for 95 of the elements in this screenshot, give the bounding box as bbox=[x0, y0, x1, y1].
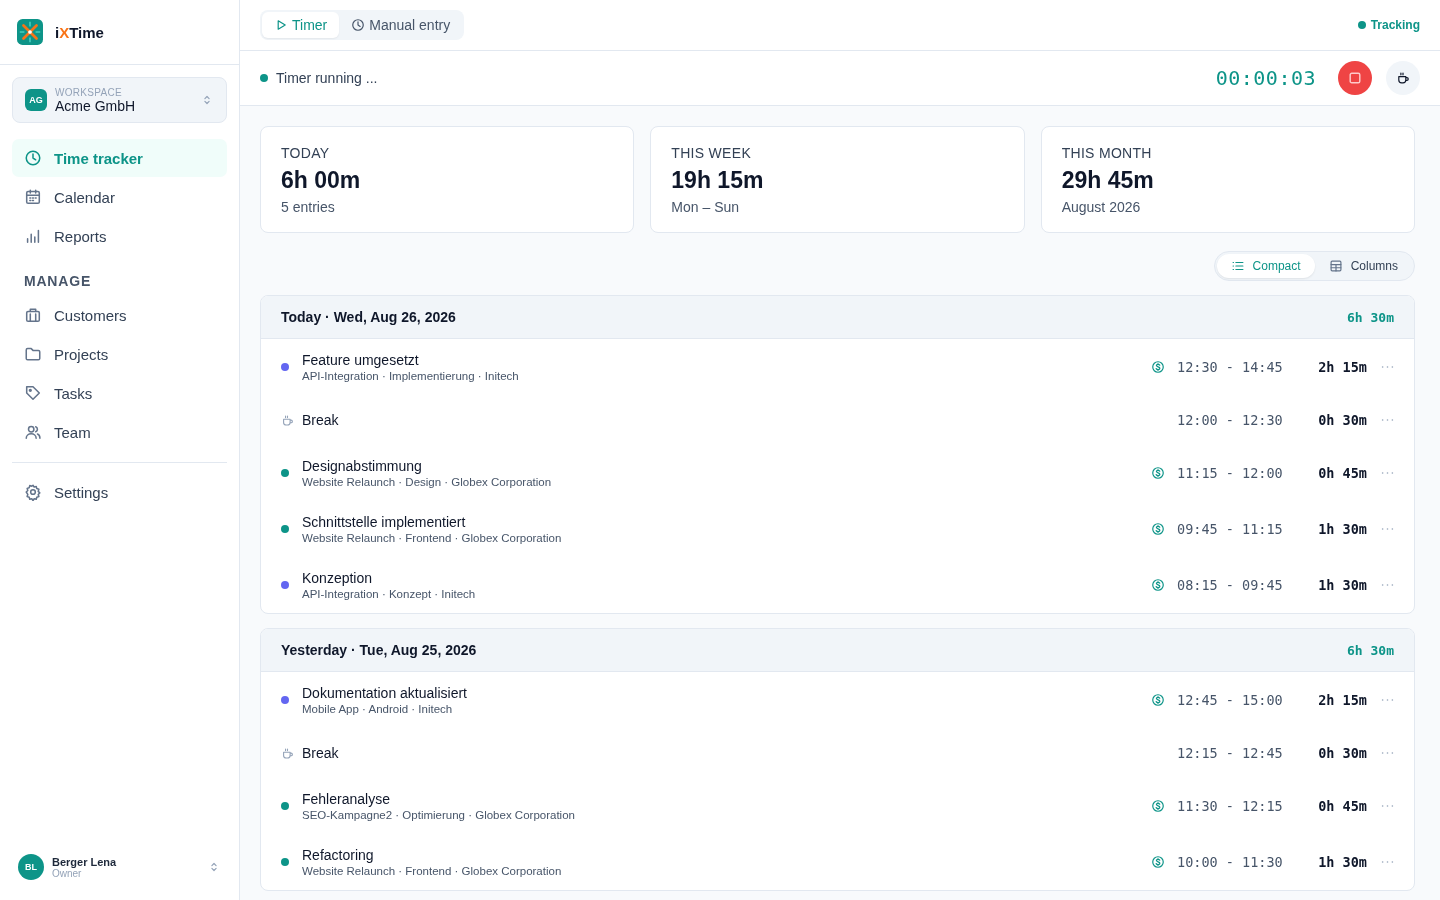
entry-title: Schnittstelle implementiert bbox=[302, 514, 467, 530]
stop-icon bbox=[1347, 70, 1363, 86]
timer-status: Timer running ... bbox=[276, 70, 378, 86]
gear-icon bbox=[24, 483, 42, 501]
stop-button[interactable] bbox=[1338, 61, 1372, 95]
stat-caption: 5 entries bbox=[281, 199, 336, 215]
nav-item[interactable]: Calendar bbox=[12, 178, 227, 216]
entry-meta: Website Relaunch · Frontend · Globex Corporation bbox=[302, 532, 562, 544]
day-total: 6h 30m bbox=[1347, 642, 1394, 658]
tab[interactable]: Manual entry bbox=[339, 12, 463, 38]
entry-meta: API-Integration · Implementierung · Initech bbox=[302, 370, 519, 382]
entry-duration: 0h 45m bbox=[1317, 465, 1367, 481]
entry-duration: 0h 45m bbox=[1317, 798, 1367, 814]
time-range: 11:30 - 12:15 bbox=[1177, 798, 1284, 814]
entry-title: Break bbox=[302, 745, 339, 761]
stat-label: TODAY bbox=[281, 145, 331, 161]
entry-duration: 1h 30m bbox=[1317, 521, 1367, 537]
view-option[interactable]: Columns bbox=[1314, 254, 1412, 278]
time-range: 11:15 - 12:00 bbox=[1177, 465, 1284, 481]
tracking-status: Tracking bbox=[1370, 18, 1420, 32]
entry-title: Refactoring bbox=[302, 847, 375, 863]
clock-icon bbox=[351, 18, 366, 32]
entry-duration: 2h 15m bbox=[1317, 359, 1367, 375]
time-range: 08:15 - 09:45 bbox=[1177, 577, 1284, 593]
nav-item[interactable]: Tasks bbox=[12, 374, 227, 412]
entry-duration: 1h 30m bbox=[1317, 854, 1367, 870]
entry-duration: 0h 30m bbox=[1317, 412, 1367, 428]
time-entry-row[interactable]: Feature umgesetzt API-Integration · Implementierung · Initech 12:30 - 14:45 2h 15m bbox=[261, 339, 1414, 395]
nav-item[interactable]: Projects bbox=[12, 335, 227, 373]
view-option[interactable]: Compact bbox=[1216, 254, 1315, 278]
app-name: iXTime bbox=[55, 23, 104, 41]
elapsed-time: 00:00:03 bbox=[1215, 66, 1316, 90]
status-dot bbox=[260, 74, 268, 82]
nav-item[interactable]: Time tracker bbox=[12, 139, 227, 177]
user-menu[interactable]: BL Berger Lena Owner bbox=[0, 834, 239, 900]
time-entry-row[interactable]: Break 12:15 - 12:45 0h 30m bbox=[261, 728, 1414, 778]
clock-icon bbox=[24, 149, 42, 167]
users-icon bbox=[24, 423, 42, 441]
entry-meta: Website Relaunch · Frontend · Globex Corporation bbox=[302, 865, 562, 877]
day-total: 6h 30m bbox=[1347, 309, 1394, 325]
list-icon bbox=[1230, 259, 1245, 273]
entry-title: Feature umgesetzt bbox=[302, 352, 420, 368]
entry-title: Fehleranalyse bbox=[302, 791, 391, 807]
folder-icon bbox=[24, 345, 42, 363]
nav-item[interactable]: Reports bbox=[12, 217, 227, 255]
stat-value: 19h 15m bbox=[671, 167, 765, 194]
nav-item[interactable]: Team bbox=[12, 413, 227, 451]
nav-item[interactable]: Customers bbox=[12, 296, 227, 334]
stat-caption: August 2026 bbox=[1061, 199, 1142, 215]
time-range: 09:45 - 11:15 bbox=[1177, 521, 1284, 537]
tag-icon bbox=[24, 384, 42, 402]
cup-icon bbox=[281, 413, 294, 427]
time-entry-row[interactable]: Refactoring Website Relaunch · Frontend · Globex Corporation 10:00 - 11:30 1h 30m bbox=[261, 834, 1414, 890]
calendar-icon bbox=[24, 188, 42, 206]
entry-duration: 2h 15m bbox=[1317, 692, 1367, 708]
time-entry-row[interactable]: Schnittstelle implementiert Website Relaunch · Frontend · Globex Corporation 09:45 - 11:15 1h 30m bbox=[261, 501, 1414, 557]
time-entry-row[interactable]: Designabstimmung Website Relaunch · Design · Globex Corporation 11:15 - 12:00 0h 45m bbox=[261, 445, 1414, 501]
time-entry-row[interactable]: Break 12:00 - 12:30 0h 30m bbox=[261, 395, 1414, 445]
logo-icon bbox=[17, 19, 43, 45]
section-heading: MANAGE bbox=[23, 272, 93, 291]
time-range: 10:00 - 11:30 bbox=[1177, 854, 1284, 870]
entry-title: Dokumentation aktualisiert bbox=[302, 685, 467, 701]
tab[interactable]: Timer bbox=[262, 12, 340, 38]
chart-icon bbox=[24, 227, 42, 245]
stat-value: 29h 45m bbox=[1061, 167, 1155, 194]
cup-icon bbox=[1396, 71, 1410, 85]
workspace-switcher[interactable]: AG WORKSPACE Acme GmbH bbox=[12, 77, 227, 123]
entry-duration: 0h 30m bbox=[1317, 745, 1367, 761]
break-button[interactable] bbox=[1386, 61, 1420, 95]
entry-meta: API-Integration · Konzept · Initech bbox=[302, 588, 476, 600]
building-icon bbox=[24, 306, 42, 324]
time-range: 12:30 - 14:45 bbox=[1177, 359, 1284, 375]
stat-caption: Mon – Sun bbox=[671, 199, 741, 215]
time-range: 12:15 - 12:45 bbox=[1177, 745, 1284, 761]
entry-duration: 1h 30m bbox=[1317, 577, 1367, 593]
day-title: Today · Wed, Aug 26, 2026 bbox=[281, 309, 456, 325]
grid-icon bbox=[1328, 259, 1343, 273]
entry-meta: Mobile App · Android · Initech bbox=[302, 703, 454, 715]
cup-icon bbox=[281, 746, 294, 760]
entry-title: Konzeption bbox=[302, 570, 374, 586]
time-entry-row[interactable]: Dokumentation aktualisiert Mobile App · Android · Initech 12:45 - 15:00 2h 15m bbox=[261, 672, 1414, 728]
status-dot bbox=[1357, 21, 1366, 29]
time-entry-row[interactable]: Fehleranalyse SEO-Kampagne2 · Optimierung · Globex Corporation 11:30 - 12:15 0h 45m bbox=[261, 778, 1414, 834]
time-entry-row[interactable]: Konzeption API-Integration · Konzept · Initech 08:15 - 09:45 1h 30m bbox=[261, 557, 1414, 613]
entry-meta: SEO-Kampagne2 · Optimierung · Globex Corporation bbox=[302, 809, 575, 821]
time-range: 12:00 - 12:30 bbox=[1177, 412, 1284, 428]
entry-title: Designabstimmung bbox=[302, 458, 423, 474]
entry-title: Break bbox=[302, 412, 339, 428]
stat-label: THIS MONTH bbox=[1061, 145, 1153, 161]
time-range: 12:45 - 15:00 bbox=[1177, 692, 1284, 708]
day-title: Yesterday · Tue, Aug 25, 2026 bbox=[281, 642, 477, 658]
stat-value: 6h 00m bbox=[281, 167, 362, 194]
entry-meta: Website Relaunch · Design · Globex Corporation bbox=[302, 476, 552, 488]
stat-label: THIS WEEK bbox=[671, 145, 753, 161]
nav-item[interactable]: Settings bbox=[12, 473, 227, 511]
